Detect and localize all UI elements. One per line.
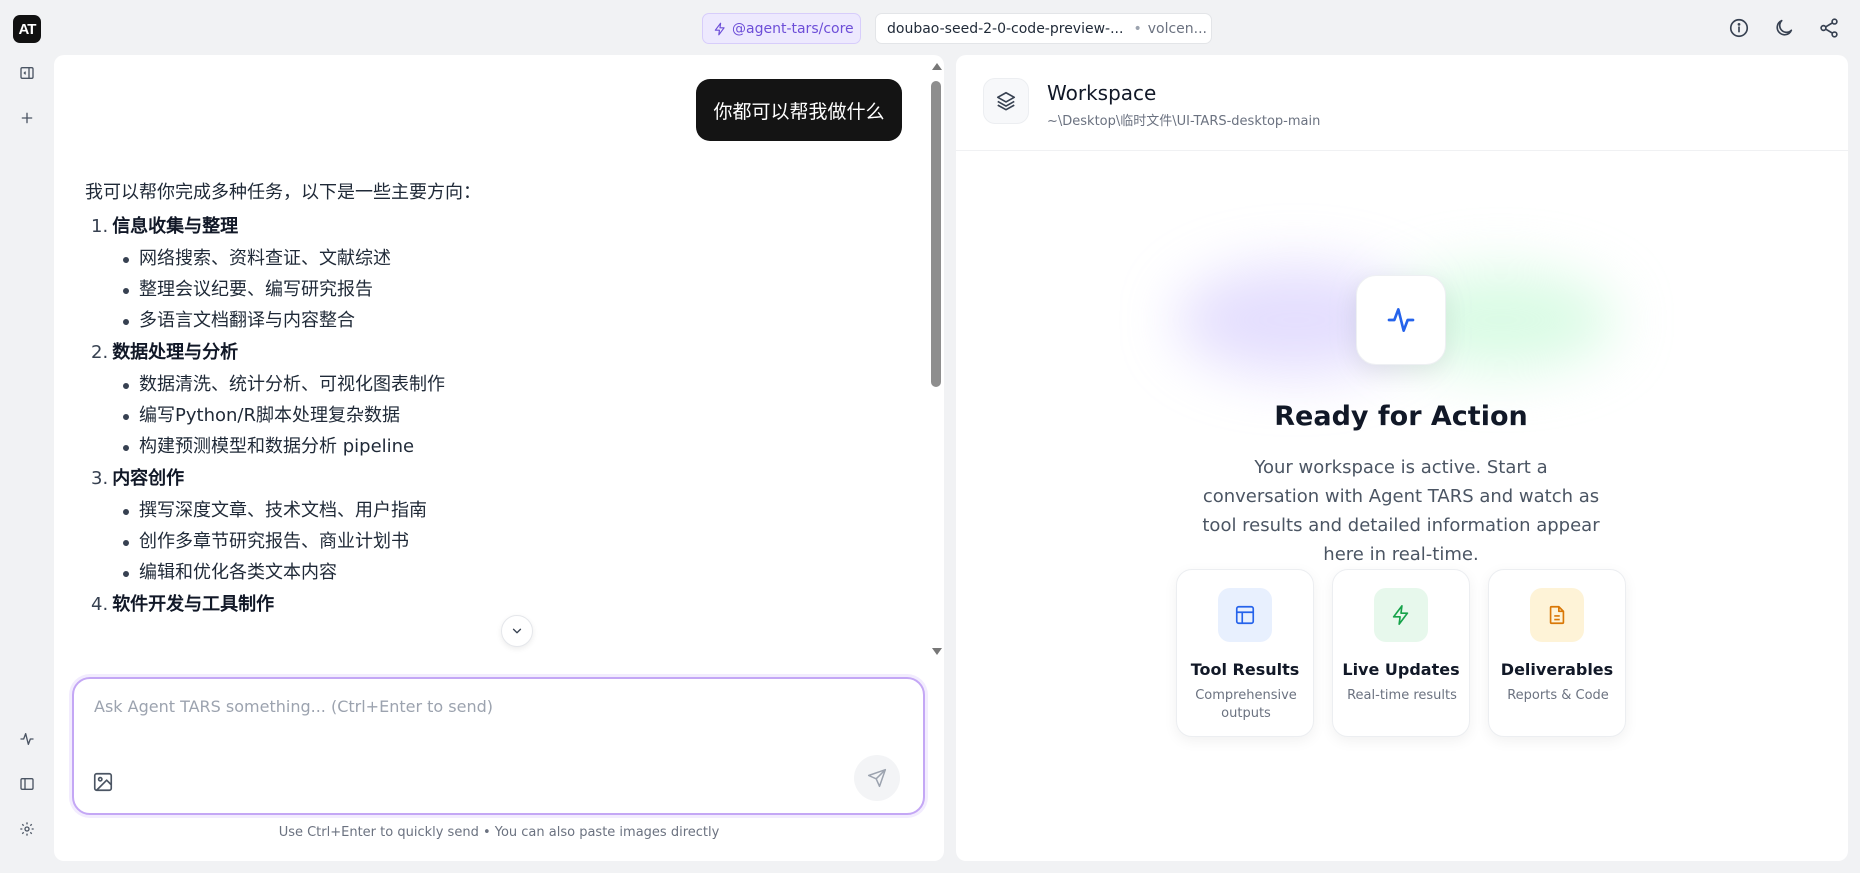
list-item: 多语言文档翻译与内容整合 <box>123 309 885 333</box>
workspace-path: ~\Desktop\临时文件\UI-TARS-desktop-main <box>1047 114 1321 129</box>
list-item: 编写Python/R脚本处理复杂数据 <box>123 404 885 428</box>
card-live-updates: Live Updates Real-time results <box>1332 569 1470 737</box>
section-title: 软件开发与工具制作 <box>112 594 275 615</box>
card-title: Live Updates <box>1342 660 1460 679</box>
user-message: 你都可以帮我做什么 <box>696 79 902 141</box>
list-item: 网络搜索、资料查证、文献综述 <box>123 247 885 271</box>
activity-icon <box>1356 275 1446 365</box>
chevron-down-icon <box>512 628 522 634</box>
file-icon <box>1530 588 1584 642</box>
activity-icon[interactable] <box>16 728 38 750</box>
agent-label: @agent-tars/core <box>732 20 854 37</box>
section-number: 2. <box>91 342 109 363</box>
card-subtitle: Reports & Code <box>1507 688 1609 703</box>
capability-section: 1. 信息收集与整理 网络搜索、资料查证、文献综述 整理会议纪要、编写研究报告 多… <box>85 215 885 333</box>
share-icon[interactable] <box>1818 17 1840 39</box>
plus-icon[interactable] <box>16 107 38 129</box>
chat-scrollbar[interactable] <box>930 63 942 655</box>
zap-icon <box>1374 588 1428 642</box>
card-deliverables: Deliverables Reports & Code <box>1488 569 1626 737</box>
info-icon[interactable] <box>1728 17 1750 39</box>
assistant-intro: 我可以帮你完成多种任务，以下是一些主要方向： <box>85 182 481 203</box>
workspace-header: Workspace ~\Desktop\临时文件\UI-TARS-desktop… <box>956 55 1848 151</box>
section-number: 3. <box>91 468 109 489</box>
settings-icon[interactable] <box>16 818 38 840</box>
message-input[interactable] <box>94 697 894 737</box>
list-item: 创作多章节研究报告、商业计划书 <box>123 530 885 554</box>
capability-section: 4. 软件开发与工具制作 <box>85 593 885 617</box>
card-title: Tool Results <box>1190 660 1300 679</box>
ready-description: Your workspace is active. Start a conver… <box>1202 457 1600 565</box>
list-item: 数据清洗、统计分析、可视化图表制作 <box>123 373 885 397</box>
workspace-panel: Workspace ~\Desktop\临时文件\UI-TARS-desktop… <box>956 55 1848 861</box>
capability-list: 1. 信息收集与整理 网络搜索、资料查证、文献综述 整理会议纪要、编写研究报告 多… <box>85 215 885 617</box>
list-item: 编辑和优化各类文本内容 <box>123 561 885 585</box>
moon-icon[interactable] <box>1773 17 1795 39</box>
card-title: Deliverables <box>1500 660 1614 679</box>
model-provider: volcen... <box>1147 20 1207 37</box>
card-subtitle: Real-time results <box>1347 688 1457 703</box>
scroll-up-arrow[interactable] <box>932 63 942 70</box>
assistant-message: 我可以帮你完成多种任务，以下是一些主要方向： 1. 信息收集与整理 网络搜索、资料… <box>85 181 885 716</box>
scroll-down-arrow[interactable] <box>932 648 942 655</box>
list-item: 构建预测模型和数据分析 pipeline <box>123 435 885 459</box>
send-button[interactable] <box>854 755 900 801</box>
chat-panel: 你都可以帮我做什么 我可以帮你完成多种任务，以下是一些主要方向： 1. 信息收集与… <box>54 55 944 861</box>
section-title: 内容创作 <box>112 468 185 489</box>
model-separator: • <box>1133 20 1142 37</box>
layout-icon <box>1218 588 1272 642</box>
list-item: 整理会议纪要、编写研究报告 <box>123 278 885 302</box>
capability-section: 3. 内容创作 撰写深度文章、技术文档、用户指南 创作多章节研究报告、商业计划书 … <box>85 467 885 585</box>
scroll-to-bottom-button[interactable] <box>501 615 533 647</box>
message-composer <box>72 677 925 815</box>
send-icon <box>867 768 887 788</box>
panel-icon[interactable] <box>16 773 38 795</box>
app-logo: AT <box>13 15 41 43</box>
sidebar-toggle-icon[interactable] <box>16 62 38 84</box>
image-icon[interactable] <box>92 771 116 795</box>
section-number: 1. <box>91 216 109 237</box>
composer-hint: Use Ctrl+Enter to quickly send • You can… <box>278 825 720 840</box>
scroll-thumb[interactable] <box>931 81 941 387</box>
feature-cards: Tool Results Comprehensive outputs Live … <box>1176 569 1626 739</box>
section-title: 数据处理与分析 <box>112 342 239 363</box>
capability-section: 2. 数据处理与分析 数据清洗、统计分析、可视化图表制作 编写Python/R脚本… <box>85 341 885 459</box>
card-tool-results: Tool Results Comprehensive outputs <box>1176 569 1314 737</box>
layers-icon <box>983 78 1029 124</box>
workspace-title: Workspace <box>1047 81 1157 105</box>
zap-icon <box>713 22 727 36</box>
list-item: 撰写深度文章、技术文档、用户指南 <box>123 499 885 523</box>
model-name: doubao-seed-2-0-code-preview-... <box>887 20 1124 37</box>
model-selector[interactable]: doubao-seed-2-0-code-preview-... • volce… <box>875 13 1212 44</box>
section-number: 4. <box>91 594 109 615</box>
agent-chip[interactable]: @agent-tars/core <box>702 13 861 44</box>
top-bar: AT @agent-tars/core doubao-seed-2-0-code… <box>0 0 1860 55</box>
ready-title: Ready for Action <box>1274 401 1528 432</box>
section-title: 信息收集与整理 <box>112 216 239 237</box>
card-subtitle: Comprehensive outputs <box>1195 688 1297 721</box>
